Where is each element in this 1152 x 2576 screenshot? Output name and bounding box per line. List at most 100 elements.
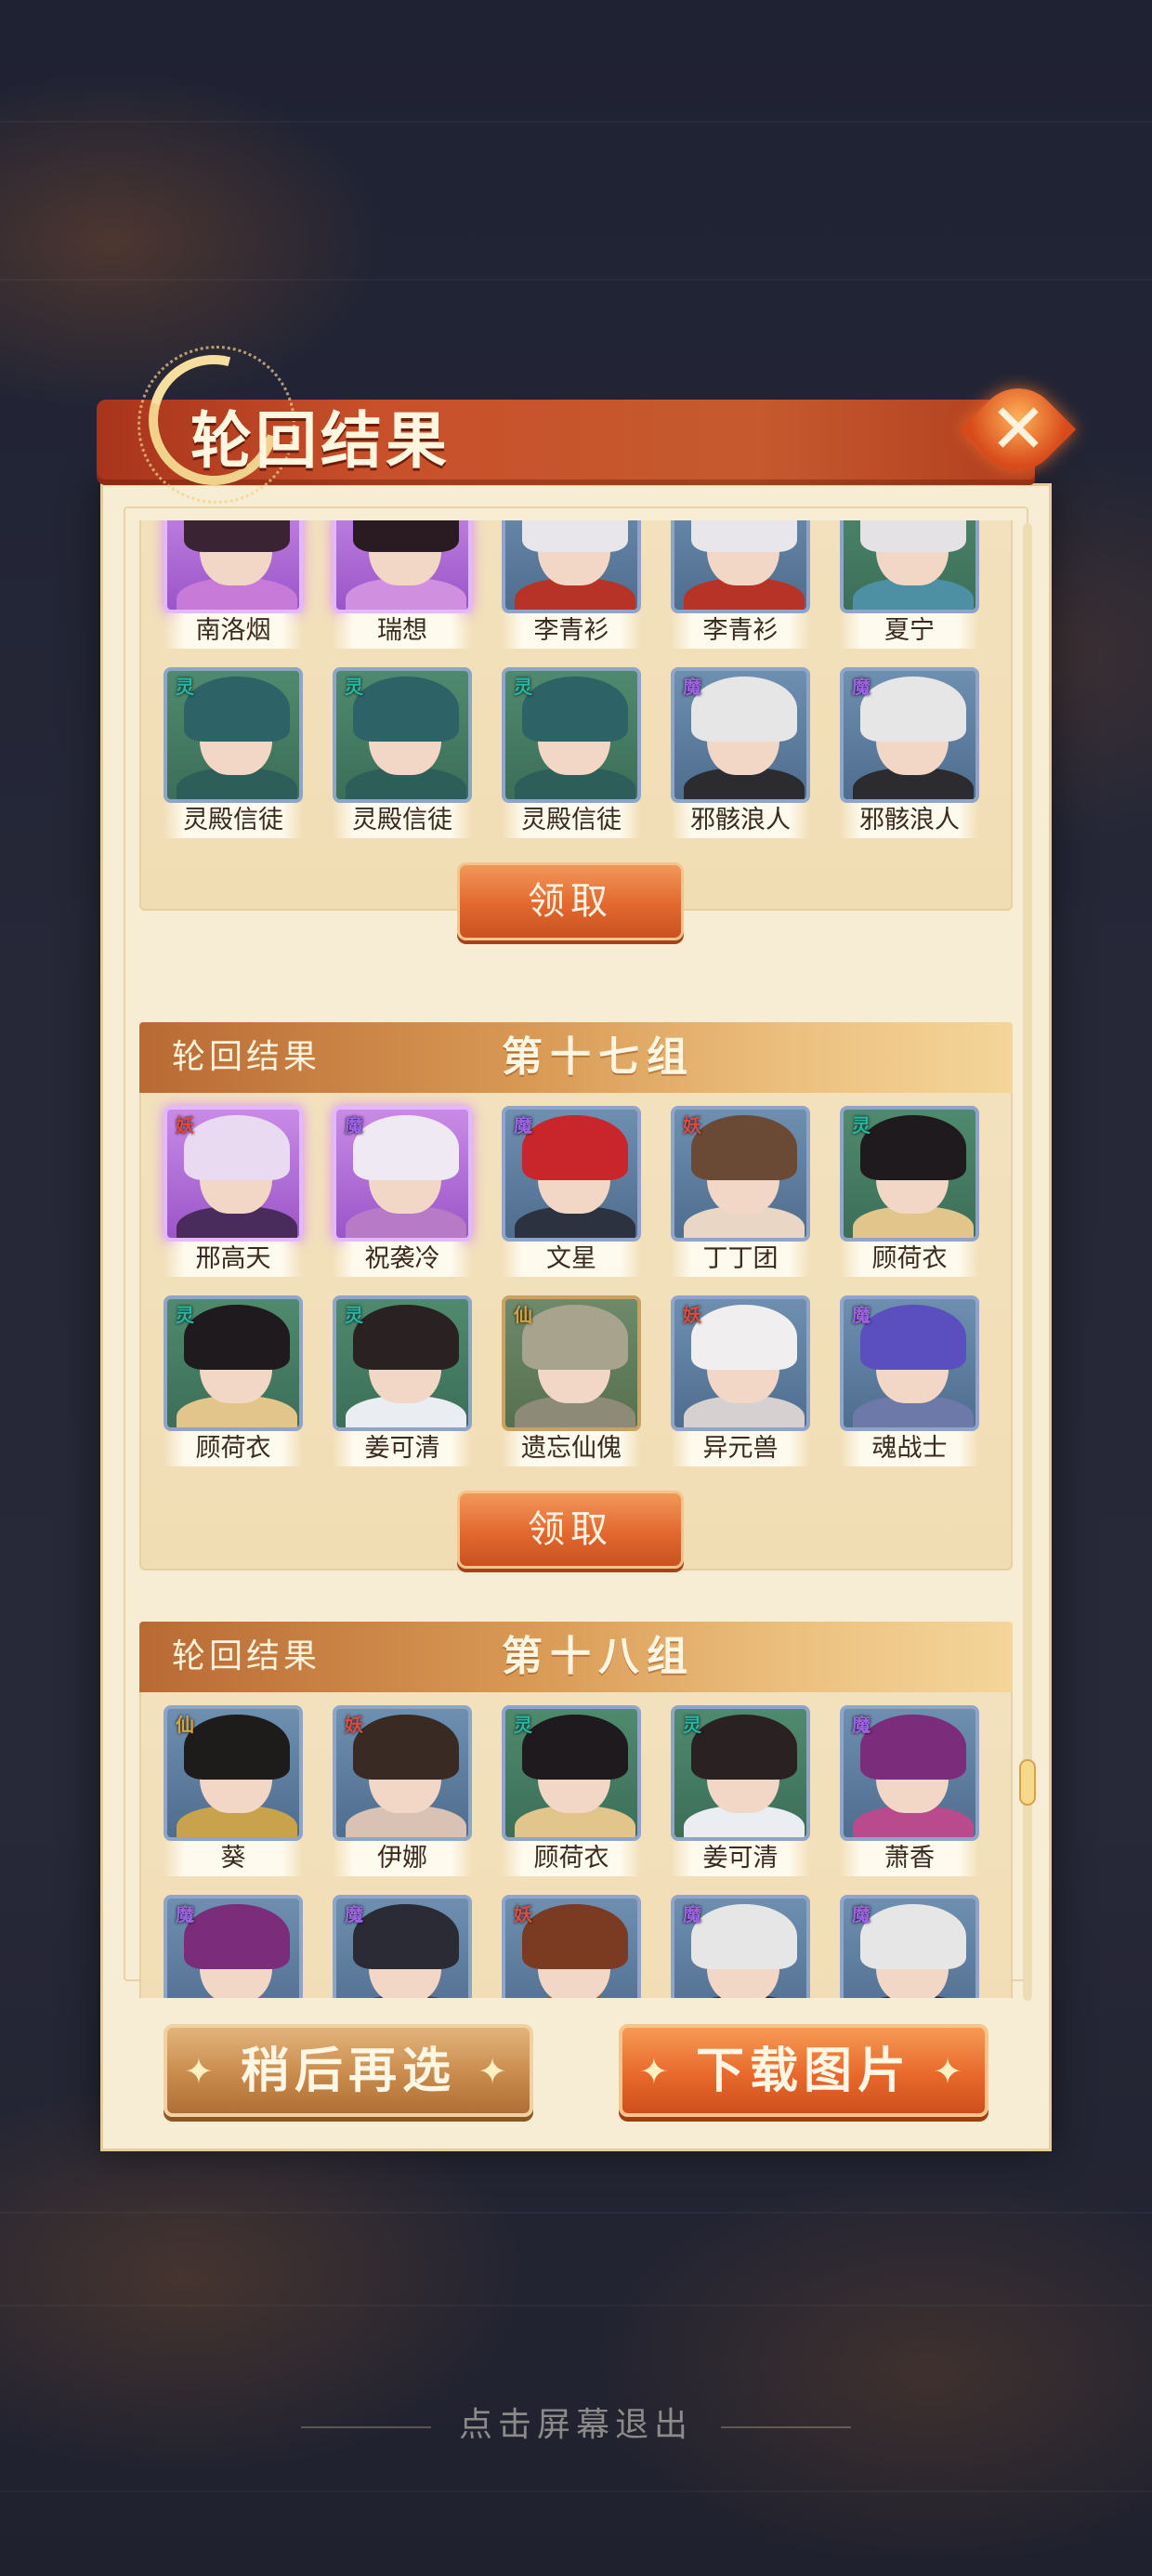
character-card[interactable]: 灵灵殿信徒: [502, 667, 641, 844]
character-name: 邪骸浪人: [671, 803, 810, 838]
character-card[interactable]: 魔瑞想: [333, 520, 472, 654]
character-portrait: 魔: [671, 667, 810, 803]
character-name: 魂战士: [840, 1431, 979, 1466]
character-card[interactable]: 妖邢高天: [164, 1106, 303, 1282]
group-header-label: 轮回结果: [172, 1038, 321, 1076]
character-name: 灵殿信徒: [502, 803, 641, 838]
character-card[interactable]: 灵灵殿信徒: [333, 667, 472, 844]
character-hair: [860, 520, 966, 552]
character-card[interactable]: 魔: [164, 1895, 303, 1998]
character-portrait: 魔: [333, 1895, 472, 1998]
choose-later-button[interactable]: ✦ 稍后再选 ✦: [164, 2024, 533, 2117]
character-card[interactable]: 魔: [840, 1895, 979, 1998]
character-portrait: 魔: [333, 1106, 472, 1242]
faction-badge-icon: 魔: [852, 676, 871, 698]
faction-badge-icon: 魔: [683, 676, 701, 698]
character-name: 邪骸浪人: [840, 803, 979, 838]
character-card[interactable]: 灵南洛烟: [164, 520, 303, 654]
character-card[interactable]: 魔邪骸浪人: [840, 667, 979, 844]
character-card[interactable]: 魔萧香: [840, 1705, 979, 1882]
character-card[interactable]: 妖李青衫: [671, 520, 810, 654]
results-scroll-area[interactable]: 灵南洛烟魔瑞想妖李青衫妖李青衫灵夏宁灵灵殿信徒灵灵殿信徒灵灵殿信徒魔邪骸浪人魔邪…: [139, 520, 1013, 1998]
faction-badge-icon: 魔: [852, 1903, 871, 1925]
character-portrait: 魔: [840, 1705, 979, 1841]
choose-later-label: 稍后再选: [240, 2043, 456, 2099]
character-card[interactable]: 魔邪骸浪人: [671, 667, 810, 844]
character-card[interactable]: 魔魂战士: [840, 1295, 979, 1472]
character-portrait: 灵: [502, 1705, 641, 1841]
sparkle-icon: ✦: [478, 2051, 513, 2092]
faction-badge-icon: 魔: [852, 1714, 871, 1736]
character-hair: [860, 1904, 966, 1969]
character-card[interactable]: 灵姜可清: [333, 1295, 472, 1472]
character-portrait: 魔: [333, 520, 472, 613]
character-card[interactable]: 妖异元兽: [671, 1295, 810, 1472]
character-portrait: 仙: [502, 1295, 641, 1431]
character-name: 李青衫: [671, 613, 810, 649]
tap-to-exit-hint[interactable]: 点击屏幕退出: [0, 2398, 1152, 2446]
character-name: 伊娜: [333, 1841, 472, 1876]
close-x-icon: ✕: [988, 389, 1047, 469]
result-group: 轮回结果 第十七组妖邢高天魔祝袭冷魔文星妖丁丁团灵顾荷衣灵顾荷衣灵姜可清仙遗忘仙傀…: [139, 1022, 1013, 1571]
character-portrait: 灵: [502, 667, 641, 803]
character-portrait: 妖: [333, 1705, 472, 1841]
character-name: 邢高天: [164, 1242, 303, 1277]
character-card[interactable]: 仙葵: [164, 1705, 303, 1882]
faction-badge-icon: 仙: [514, 1304, 532, 1326]
background-line: [0, 121, 1152, 123]
download-image-label: 下载图片: [695, 2043, 911, 2099]
character-name: 姜可清: [671, 1841, 810, 1876]
character-name: 瑞想: [333, 613, 472, 649]
character-card[interactable]: 灵顾荷衣: [502, 1705, 641, 1882]
character-hair: [353, 1715, 459, 1780]
character-portrait: 灵: [333, 1295, 472, 1431]
claim-button[interactable]: 领取: [457, 1491, 684, 1569]
character-card[interactable]: 灵顾荷衣: [840, 1106, 979, 1282]
character-name: 南洛烟: [164, 613, 303, 649]
character-hair: [860, 1115, 966, 1180]
character-card[interactable]: 妖丁丁团: [671, 1106, 810, 1282]
character-name: 灵殿信徒: [333, 803, 472, 838]
character-card[interactable]: 灵夏宁: [840, 520, 979, 654]
character-portrait: 魔: [502, 1106, 641, 1242]
character-card[interactable]: 灵姜可清: [671, 1705, 810, 1882]
hint-divider-left: [300, 2426, 431, 2428]
character-card[interactable]: 魔文星: [502, 1106, 641, 1282]
character-hair: [353, 1115, 459, 1180]
character-card[interactable]: 妖伊娜: [333, 1705, 472, 1882]
hint-divider-right: [721, 2426, 851, 2428]
group-header: 轮回结果 第十七组: [139, 1022, 1013, 1093]
character-portrait: 妖: [671, 520, 810, 613]
exit-hint-text: 点击屏幕退出: [458, 2406, 693, 2444]
faction-badge-icon: 魔: [683, 1903, 701, 1925]
character-card[interactable]: 妖: [502, 1895, 641, 1998]
character-card[interactable]: 灵灵殿信徒: [164, 667, 303, 844]
character-name: 文星: [502, 1242, 641, 1277]
character-hair: [860, 1715, 966, 1780]
faction-badge-icon: 妖: [345, 1714, 363, 1736]
faction-badge-icon: 妖: [514, 1903, 532, 1925]
download-image-button[interactable]: ✦ 下载图片 ✦: [619, 2024, 988, 2117]
character-card[interactable]: 魔: [333, 1895, 472, 1998]
character-card[interactable]: 灵顾荷衣: [164, 1295, 303, 1472]
character-card[interactable]: 妖李青衫: [502, 520, 641, 654]
character-hair: [522, 520, 628, 552]
character-name: 葵: [164, 1841, 303, 1876]
group-header-label: 轮回结果: [172, 1637, 321, 1676]
character-card[interactable]: 魔: [671, 1895, 810, 1998]
faction-badge-icon: 灵: [514, 676, 532, 698]
close-button[interactable]: ✕: [960, 371, 1077, 488]
background-line: [0, 2491, 1152, 2492]
faction-badge-icon: 魔: [345, 1903, 363, 1925]
faction-badge-icon: 妖: [683, 1114, 701, 1137]
sparkle-icon: ✦: [639, 2051, 674, 2092]
character-name: 夏宁: [840, 613, 979, 649]
claim-button[interactable]: 领取: [457, 862, 684, 940]
scrollbar-thumb[interactable]: [1019, 1759, 1036, 1806]
faction-badge-icon: 灵: [176, 676, 194, 698]
character-card[interactable]: 仙遗忘仙傀: [502, 1295, 641, 1472]
character-card[interactable]: 魔祝袭冷: [333, 1106, 472, 1282]
character-name: 灵殿信徒: [164, 803, 303, 838]
character-portrait: 魔: [840, 667, 979, 803]
character-hair: [353, 1305, 459, 1370]
